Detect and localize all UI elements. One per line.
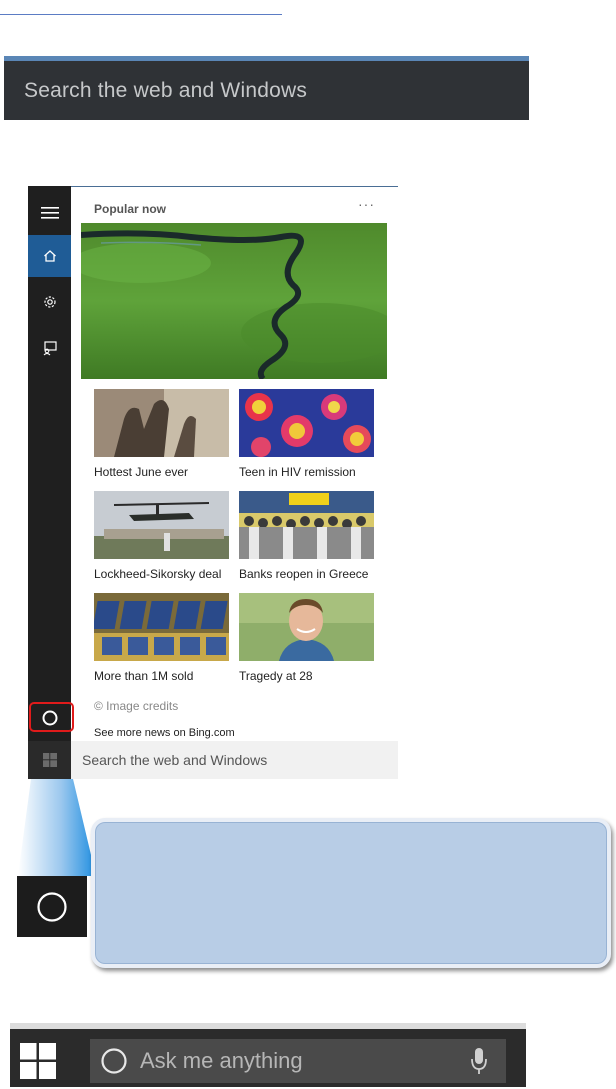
feedback-icon [43,341,57,356]
top-search-bar[interactable]: Search the web and Windows [4,56,529,120]
sidebar-item-settings[interactable] [28,281,71,323]
top-search-placeholder: Search the web and Windows [24,79,308,102]
windows-logo-icon[interactable] [20,1043,56,1079]
top-link-underline [0,14,282,15]
cortana-circle-icon [101,1048,127,1074]
news-tile-3-image[interactable] [94,491,229,559]
news-tile-5-image[interactable] [94,593,229,661]
more-options-button[interactable]: ··· [358,196,375,212]
more-news-link[interactable]: See more news on Bing.com [94,727,235,739]
ask-me-anything-placeholder: Ask me anything [140,1048,303,1073]
cortana-button-highlight [29,702,74,732]
hero-image[interactable] [81,223,387,379]
windows-logo-icon [42,753,57,767]
news-tile-2-image[interactable] [239,389,374,457]
microphone-icon[interactable] [470,1047,488,1075]
news-tile-4-image[interactable] [239,491,374,559]
panel-search-placeholder: Search the web and Windows [82,752,268,768]
news-caption-2[interactable]: Teen in HIV remission [239,465,356,479]
ask-me-anything-box[interactable]: Ask me anything [90,1039,506,1083]
callout-box [91,818,611,968]
home-icon [43,250,56,262]
hamburger-menu-icon [40,207,59,219]
news-tile-1-image[interactable] [94,389,229,457]
panel-search-box[interactable]: Search the web and Windows [71,741,398,779]
cortana-circle-icon [37,891,67,922]
news-caption-5[interactable]: More than 1M sold [94,669,193,683]
cortana-sidebar [28,186,71,779]
image-credits-link[interactable]: © Image credits [94,699,178,713]
news-caption-6[interactable]: Tragedy at 28 [239,669,313,683]
zoom-beam [18,779,96,876]
news-caption-3[interactable]: Lockheed-Sikorsky deal [94,567,221,581]
cortana-button-enlarged[interactable] [17,876,87,937]
sidebar-item-feedback[interactable] [28,327,71,369]
gear-icon [43,296,56,308]
sidebar-item-home[interactable] [28,235,71,277]
start-button[interactable] [28,741,71,779]
panel-top-border [71,186,398,187]
taskbar: Ask me anything [10,1023,526,1087]
news-caption-1[interactable]: Hottest June ever [94,465,188,479]
hamburger-button[interactable] [28,192,71,234]
news-caption-4[interactable]: Banks reopen in Greece [239,567,368,581]
section-title: Popular now [94,202,166,216]
news-tile-6-image[interactable] [239,593,374,661]
